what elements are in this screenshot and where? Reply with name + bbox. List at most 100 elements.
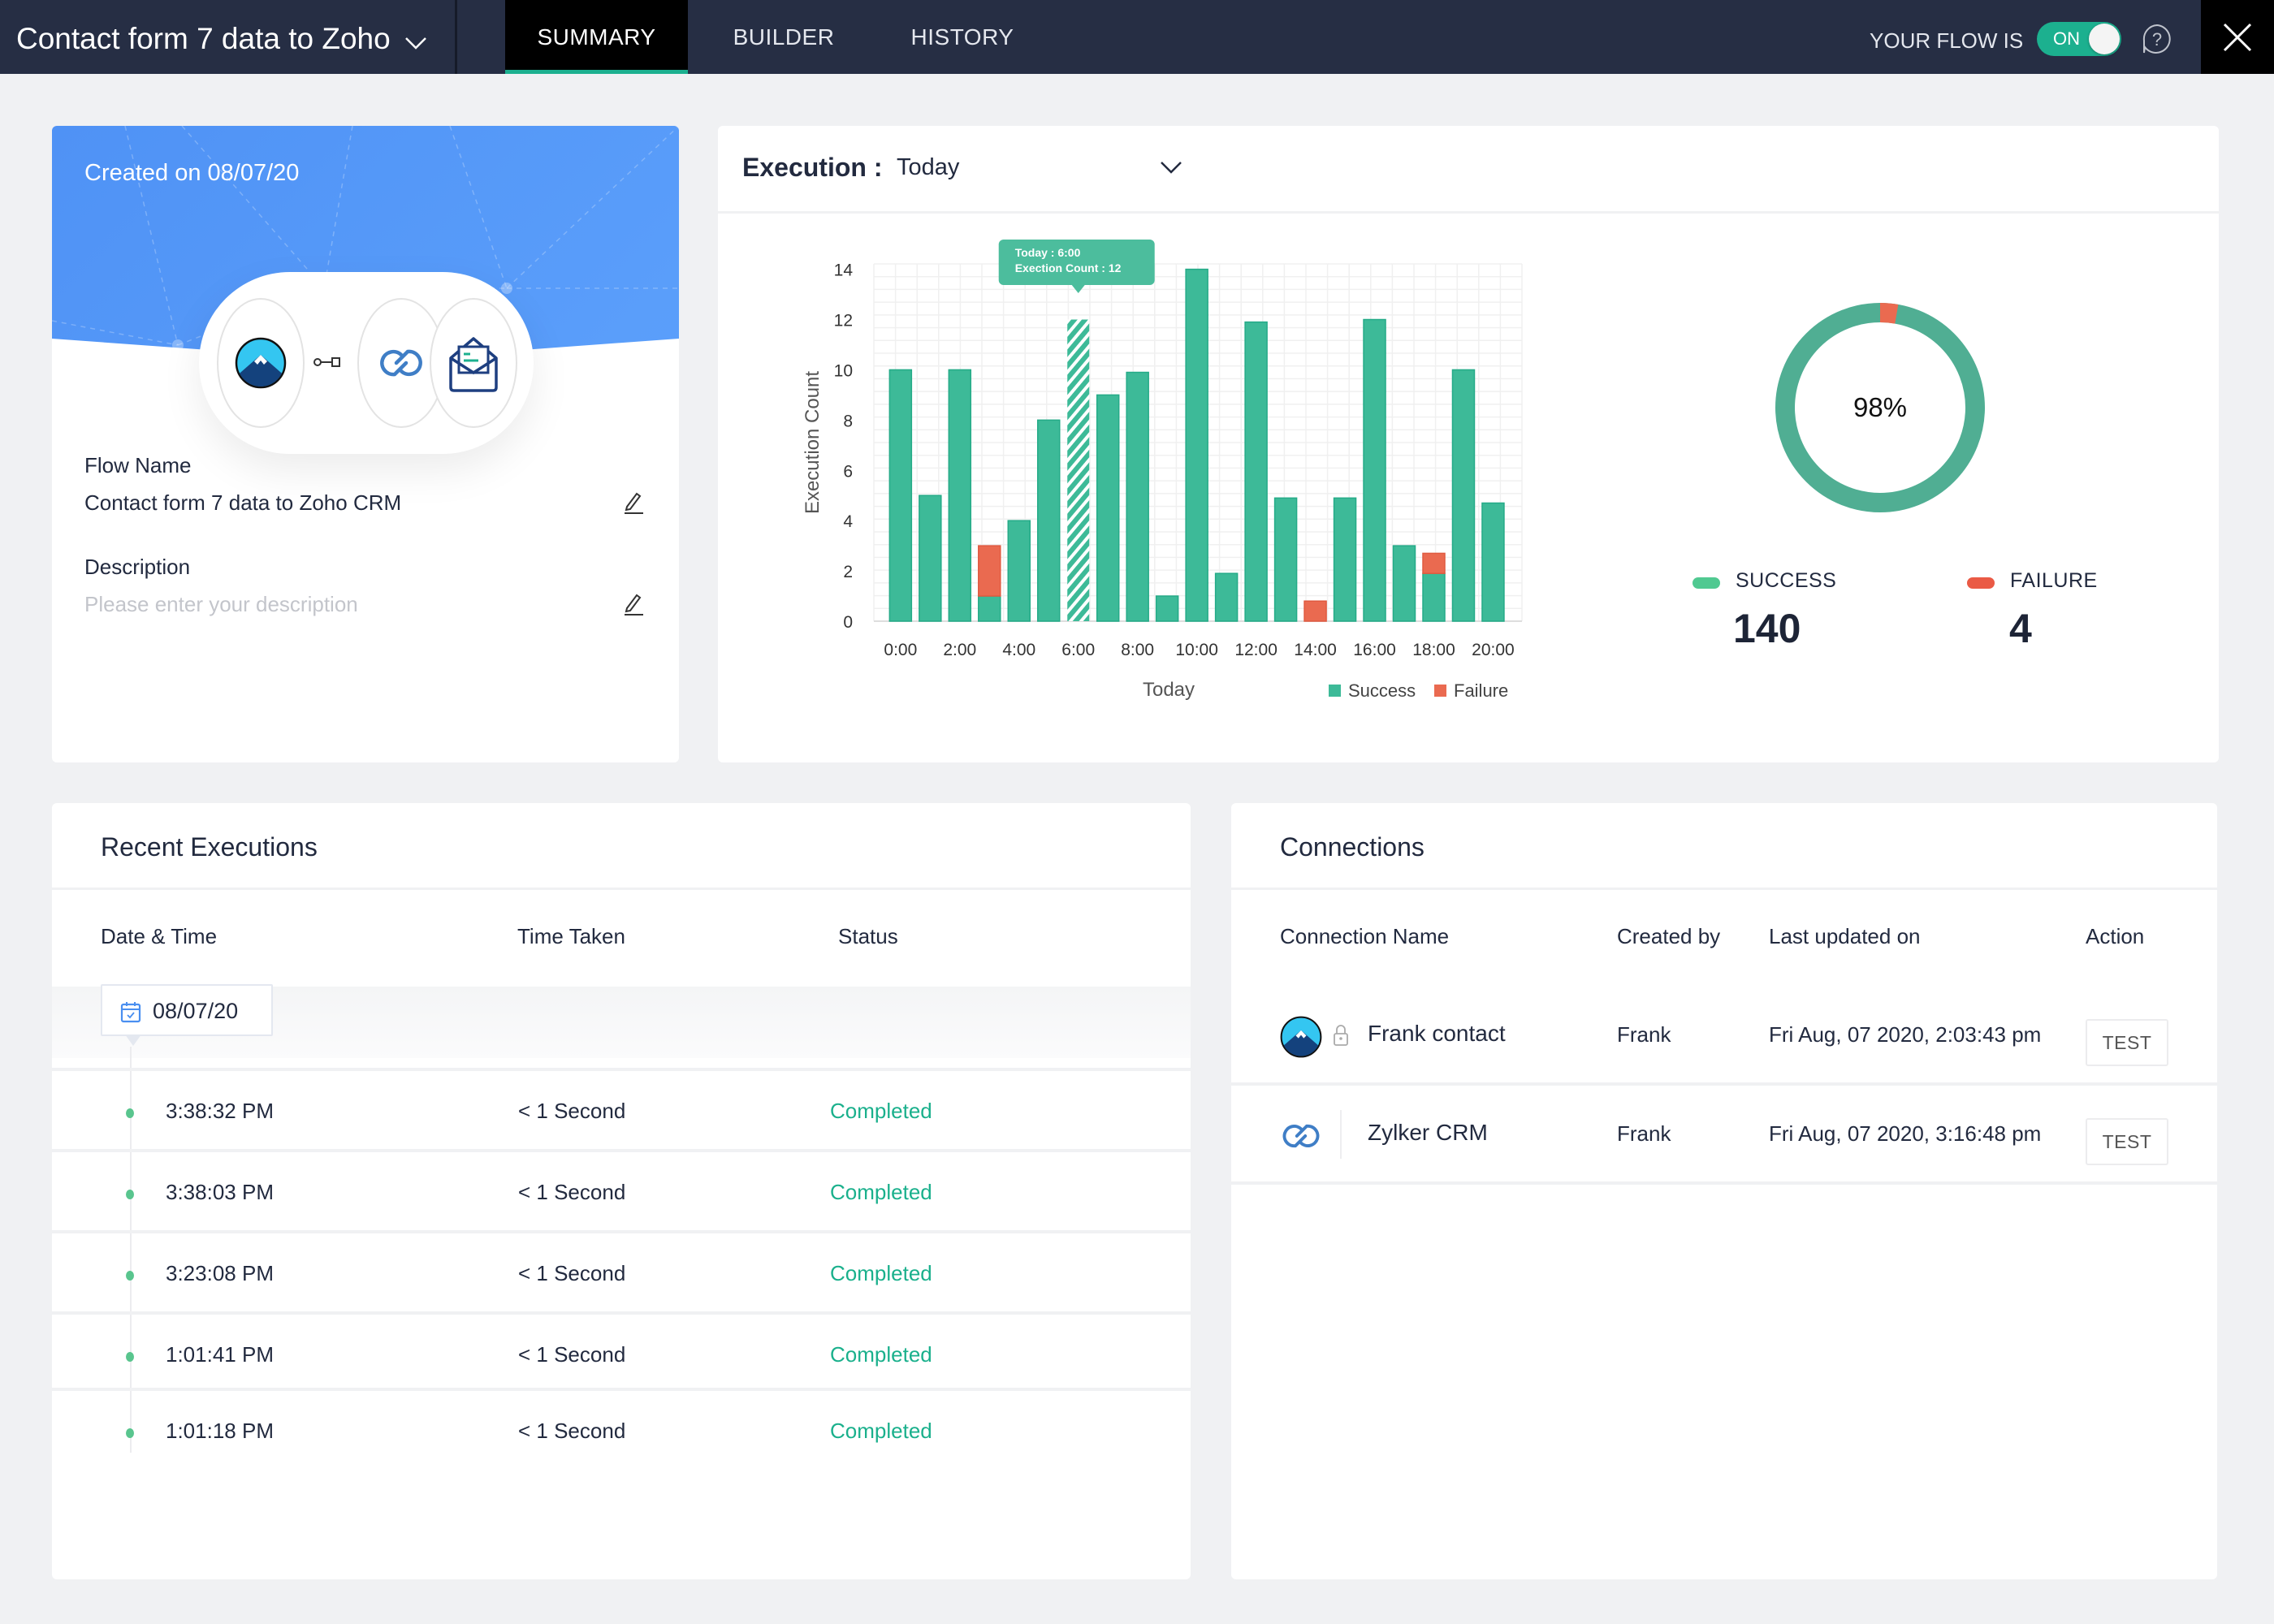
status-text: Completed — [830, 1419, 932, 1443]
flow-name-label: Flow Name — [84, 453, 192, 477]
flow-toggle[interactable]: ON — [2037, 22, 2121, 56]
table-header: Connection Name Created by Last updated … — [1231, 888, 2217, 987]
bar-success-11:00[interactable] — [1214, 572, 1239, 622]
bar-success-9:00[interactable] — [1155, 595, 1179, 622]
bar-failure-14:00[interactable] — [1303, 600, 1327, 622]
status-dot — [126, 1271, 134, 1281]
tab-builder[interactable]: BUILDER — [715, 0, 853, 74]
contact-form-7-icon — [235, 337, 287, 389]
app-action-email[interactable] — [430, 298, 517, 428]
time-taken: < 1 Second — [518, 1180, 626, 1204]
link-key-icon — [313, 357, 340, 367]
divider — [1340, 1110, 1342, 1159]
execution-time: 1:01:41 PM — [166, 1342, 274, 1367]
bar-success-0:00[interactable] — [888, 369, 913, 622]
lock-icon — [1334, 1025, 1348, 1046]
execution-row[interactable]: 3:38:03 PM < 1 Second Completed — [52, 1149, 1191, 1230]
created-date: Created on 08/07/20 — [84, 160, 300, 186]
execution-row[interactable]: 1:01:41 PM < 1 Second Completed — [52, 1311, 1191, 1393]
donut-percent: 98% — [1852, 392, 1908, 422]
y-tick-label: 10 — [834, 361, 853, 380]
recent-executions-title: Recent Executions — [101, 832, 318, 862]
execution-row[interactable]: 1:01:18 PM < 1 Second Completed — [52, 1388, 1191, 1469]
time-taken: < 1 Second — [518, 1342, 626, 1367]
connection-name[interactable]: Frank contact — [1368, 1021, 1506, 1047]
x-tick-label: 18:00 — [1412, 641, 1455, 659]
tab-summary[interactable]: SUMMARY — [505, 0, 688, 74]
flow-apps — [199, 272, 534, 454]
bar-success-5:00[interactable] — [1036, 419, 1061, 622]
edit-flow-name-icon[interactable] — [622, 490, 645, 515]
bar-failure-3:00[interactable] — [978, 545, 1001, 597]
y-tick-label: 14 — [834, 261, 854, 280]
x-tick-label: 20:00 — [1472, 641, 1515, 659]
bar-success-20:00[interactable] — [1481, 502, 1505, 622]
x-tick-label: 14:00 — [1294, 641, 1337, 659]
status-dot — [126, 1352, 134, 1362]
failure-legend-swatch — [1967, 577, 1995, 589]
help-icon[interactable]: ? — [2141, 23, 2173, 55]
test-connection-button[interactable]: TEST — [2086, 1019, 2168, 1066]
connection-row: Frank contact Frank Fri Aug, 07 2020, 2:… — [1231, 987, 2217, 1086]
top-bar: Contact form 7 data to Zoho SUMMARY BUIL… — [0, 0, 2274, 74]
execution-card: Execution : Today 0 2 4 6 8 10 12 14 0:00 2:00 4:… — [718, 126, 2219, 762]
status-text: Completed — [830, 1180, 932, 1204]
x-tick-label: 16:00 — [1353, 641, 1396, 659]
bar-success-2:00[interactable] — [948, 369, 972, 622]
bar-success-3:00[interactable] — [978, 595, 1001, 622]
success-count: 140 — [1733, 606, 1801, 651]
col-time-taken: Time Taken — [517, 924, 625, 948]
bar-success-18:00[interactable] — [1422, 572, 1446, 622]
col-date-time: Date & Time — [101, 924, 218, 948]
edit-description-icon[interactable] — [622, 592, 645, 616]
bar-success-7:00[interactable] — [1096, 394, 1120, 622]
x-tick-label: 4:00 — [1002, 641, 1035, 659]
connection-name[interactable]: Zylker CRM — [1368, 1120, 1488, 1146]
flow-title-dropdown[interactable]: Contact form 7 data to Zoho — [16, 0, 428, 74]
app-trigger[interactable] — [217, 298, 305, 428]
legend-label-success: Success — [1348, 680, 1416, 701]
calendar-icon — [120, 1002, 141, 1023]
col-created-by: Created by — [1617, 924, 1721, 948]
bar-success-19:00[interactable] — [1451, 369, 1476, 622]
bar-success-16:00[interactable] — [1363, 318, 1386, 622]
description-label: Description — [84, 555, 191, 579]
chart-tooltip: Today : 6:00 Exection Count : 12 — [998, 240, 1155, 293]
y-tick-label: 6 — [843, 462, 853, 481]
bar-success-12:00[interactable] — [1244, 321, 1268, 622]
test-connection-button[interactable]: TEST — [2086, 1118, 2168, 1165]
bar-success-10:00[interactable] — [1185, 268, 1208, 622]
close-icon — [2223, 23, 2252, 52]
close-button[interactable] — [2201, 0, 2274, 74]
failure-label: FAILURE — [2010, 569, 2098, 592]
email-parser-icon — [449, 337, 498, 392]
execution-row[interactable]: 3:23:08 PM < 1 Second Completed — [52, 1230, 1191, 1311]
bar-failure-18:00[interactable] — [1422, 552, 1446, 574]
description-input[interactable]: Please enter your description — [84, 592, 358, 617]
recent-executions-card: Recent Executions Date & Time Time Taken… — [52, 803, 1191, 1579]
col-last-updated: Last updated on — [1769, 924, 1921, 948]
divider — [455, 0, 457, 74]
connections-title: Connections — [1280, 832, 1424, 862]
bar-success-6:00[interactable] — [1067, 319, 1090, 621]
flow-info-card: Created on 08/07/20 Flow Name Contact fo… — [52, 126, 679, 762]
bar-success-15:00[interactable] — [1333, 497, 1357, 622]
contact-form-7-icon — [1280, 1016, 1322, 1058]
x-tick-label: 8:00 — [1121, 641, 1154, 659]
failure-count: 4 — [2009, 606, 2032, 651]
last-updated: Fri Aug, 07 2020, 2:03:43 pm — [1769, 1022, 2042, 1047]
x-tick-label: 12:00 — [1234, 641, 1278, 659]
bar-success-4:00[interactable] — [1007, 520, 1031, 622]
zoho-crm-icon — [380, 349, 422, 377]
bar-success-1:00[interactable] — [919, 495, 942, 622]
execution-header: Execution : Today — [718, 126, 2219, 214]
execution-row[interactable]: 3:38:32 PM < 1 Second Completed — [52, 1068, 1191, 1149]
tab-history[interactable]: HISTORY — [885, 0, 1040, 74]
date-group-chip: 08/07/20 — [101, 984, 273, 1046]
bar-success-17:00[interactable] — [1392, 545, 1416, 622]
bar-success-8:00[interactable] — [1126, 371, 1149, 622]
bar-success-13:00[interactable] — [1273, 497, 1298, 622]
time-taken: < 1 Second — [518, 1099, 626, 1123]
col-status: Status — [838, 924, 898, 948]
y-tick-label: 2 — [843, 563, 853, 581]
